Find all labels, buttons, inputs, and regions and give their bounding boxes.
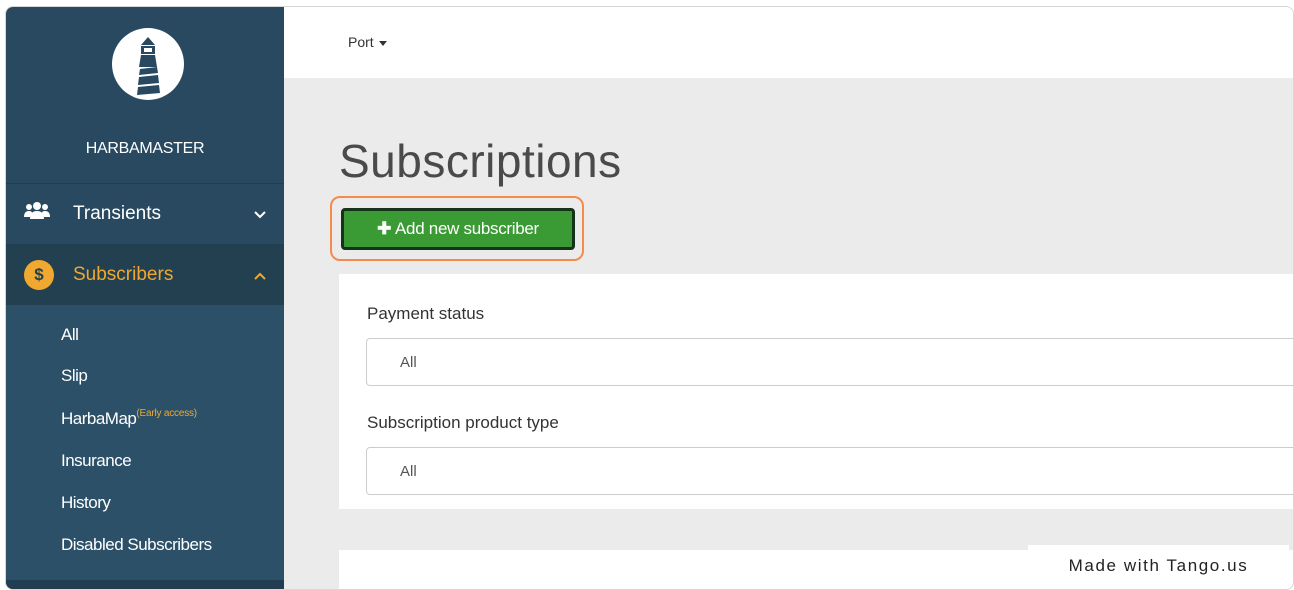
submenu-item-harbamap[interactable]: HarbaMap(Early access) <box>61 408 197 429</box>
payment-status-label: Payment status <box>367 304 485 323</box>
subscribers-submenu: All Slip HarbaMap(Early access) Insuranc… <box>6 305 284 580</box>
sidebar-item-transients[interactable]: Transients <box>6 184 284 244</box>
submenu-item-history[interactable]: History <box>61 493 111 513</box>
submenu-item-label: HarbaMap <box>61 409 137 428</box>
page-title: Subscriptions <box>339 135 622 187</box>
sidebar-item-subscribers[interactable]: $ Subscribers <box>6 245 284 305</box>
caret-down-icon <box>378 40 387 46</box>
sidebar-item-label: Subscribers <box>73 264 174 285</box>
add-new-subscriber-button[interactable]: ✚ Add new subscriber <box>341 208 575 250</box>
top-bar: Port <box>284 7 1293 78</box>
payment-status-value: All <box>400 353 417 371</box>
sidebar: HARBAMASTER Transients $ Subscribers All… <box>6 7 284 589</box>
app-window: HARBAMASTER Transients $ Subscribers All… <box>5 6 1294 590</box>
port-dropdown[interactable]: Port <box>348 34 387 50</box>
submenu-item-insurance[interactable]: Insurance <box>61 451 132 471</box>
port-dropdown-label: Port <box>348 34 374 50</box>
chevron-down-icon <box>254 203 266 225</box>
submenu-item-slip[interactable]: Slip <box>61 366 88 386</box>
dollar-icon: $ <box>24 260 54 290</box>
sidebar-item-label: Transients <box>73 203 161 224</box>
early-access-badge: (Early access) <box>136 408 197 419</box>
product-type-label: Subscription product type <box>367 413 559 432</box>
product-type-select[interactable]: All <box>366 447 1293 495</box>
product-type-value: All <box>400 462 417 480</box>
submenu-item-all[interactable]: All <box>61 325 79 345</box>
tango-watermark: Made with Tango.us <box>1028 545 1289 587</box>
brand-name: HARBAMASTER <box>85 140 205 157</box>
sidebar-footer <box>6 580 284 589</box>
filter-panel: Payment status All Subscription product … <box>339 274 1293 509</box>
chevron-up-icon <box>254 264 266 286</box>
add-button-label: Add new subscriber <box>395 219 539 238</box>
users-icon <box>24 201 50 227</box>
submenu-item-disabled-subscribers[interactable]: Disabled Subscribers <box>61 535 212 555</box>
payment-status-select[interactable]: All <box>366 338 1293 386</box>
lighthouse-logo-icon[interactable] <box>111 27 185 101</box>
plus-icon: ✚ <box>377 219 392 238</box>
